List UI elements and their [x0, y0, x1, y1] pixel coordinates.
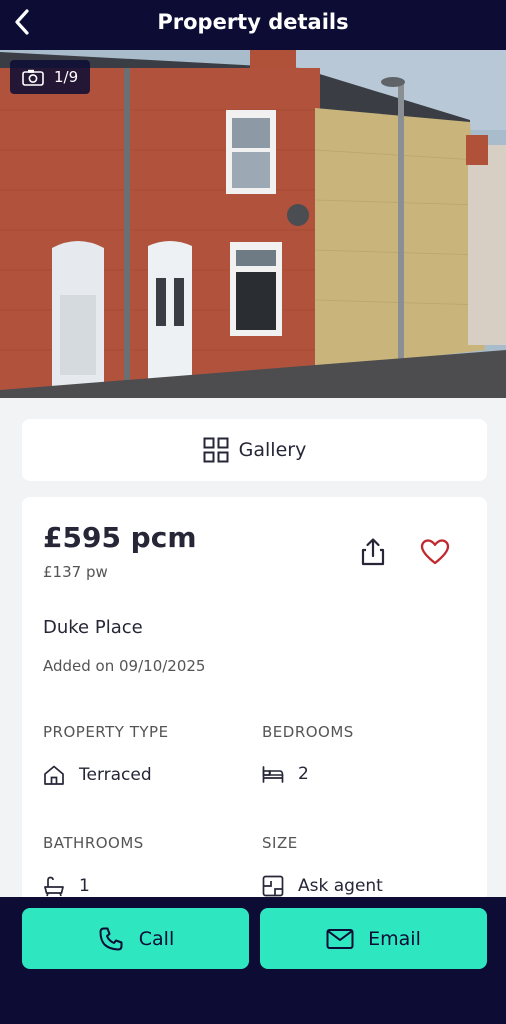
house-icon: [44, 765, 64, 785]
bedrooms-label: BEDROOMS: [262, 723, 354, 741]
email-button[interactable]: Email: [260, 908, 487, 969]
gallery-label: Gallery: [238, 439, 307, 461]
grid-icon: [203, 437, 229, 463]
bathrooms-text: 1: [79, 876, 90, 896]
camera-icon: [22, 69, 44, 86]
share-icon: [361, 538, 385, 566]
app-header: Property details: [0, 0, 506, 50]
share-button[interactable]: [356, 535, 390, 569]
floorplan-icon: [262, 875, 284, 897]
size-value: Ask agent: [262, 875, 383, 897]
email-label: Email: [368, 927, 421, 950]
size-text: Ask agent: [298, 876, 383, 896]
bedrooms-text: 2: [298, 764, 309, 784]
call-button[interactable]: Call: [22, 908, 249, 969]
bottom-action-bar: Call Email: [0, 897, 506, 1024]
photo-counter-label: 1/9: [54, 68, 79, 86]
property-type-label: PROPERTY TYPE: [43, 723, 169, 741]
bath-icon: [44, 876, 64, 897]
gallery-button[interactable]: Gallery: [22, 419, 487, 481]
property-type-text: Terraced: [79, 765, 152, 785]
photo-counter: 1/9: [10, 60, 91, 94]
envelope-icon: [326, 928, 354, 949]
added-date: Added on 09/10/2025: [43, 657, 206, 675]
favourite-button[interactable]: [418, 535, 452, 569]
call-label: Call: [138, 927, 175, 950]
property-photo: [0, 50, 506, 398]
heart-icon: [420, 539, 450, 565]
property-type-value: Terraced: [43, 764, 152, 786]
bathrooms-label: BATHROOMS: [43, 834, 144, 852]
property-photo-carousel[interactable]: 1/9: [0, 50, 506, 398]
size-label: SIZE: [262, 834, 298, 852]
phone-icon: [99, 927, 123, 950]
property-details-card: £595 pcm £137 pw Duke Place Added on 09/…: [22, 497, 487, 917]
bedrooms-value: 2: [262, 764, 309, 784]
page-title: Property details: [157, 10, 349, 34]
price-monthly: £595 pcm: [43, 521, 197, 554]
bathrooms-value: 1: [43, 875, 90, 897]
price-weekly: £137 pw: [43, 563, 108, 581]
property-address: Duke Place: [43, 617, 143, 638]
bed-icon: [262, 766, 284, 783]
